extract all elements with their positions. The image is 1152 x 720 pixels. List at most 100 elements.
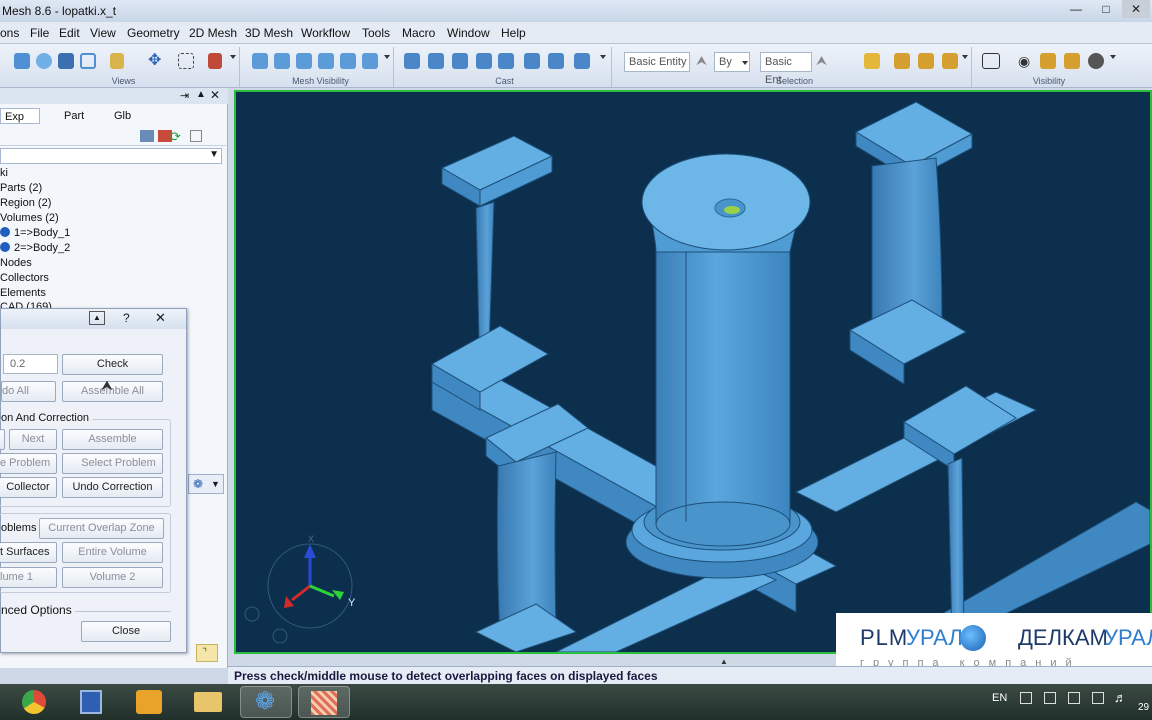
clock[interactable]: 29 [1138, 702, 1149, 713]
menu-macro[interactable]: Macro [402, 26, 435, 40]
mesh-icon-5[interactable] [340, 53, 356, 69]
axis-icon[interactable] [110, 53, 124, 69]
cursor-icon[interactable]: ⮝ [816, 53, 832, 69]
check-button[interactable]: Check [62, 354, 163, 375]
zoom-box-icon[interactable] [178, 53, 194, 69]
menu-options[interactable]: ons [0, 26, 19, 40]
cursor-icon[interactable]: ⮝ [696, 53, 712, 69]
chevron-down-icon[interactable] [1110, 55, 1116, 59]
mesh-icon-6[interactable] [362, 53, 378, 69]
minimize-button[interactable]: — [1062, 0, 1090, 18]
visibility-icon-3[interactable] [1064, 53, 1080, 69]
select-icon-3[interactable] [918, 53, 934, 69]
volume-2-button[interactable]: Volume 2 [62, 567, 163, 588]
language-indicator[interactable]: EN [992, 692, 1007, 704]
select-problem-button[interactable]: Select Problem [62, 453, 163, 474]
taskbar-outlook[interactable] [124, 686, 176, 718]
entity-visibility-icon[interactable] [982, 53, 1000, 69]
tree-body-2[interactable]: 2=>Body_2 [0, 242, 70, 254]
collector-button[interactable]: Collector [0, 477, 57, 498]
taskbar-save[interactable] [66, 686, 118, 718]
tab-global[interactable]: Glb [98, 108, 131, 124]
tree-elements[interactable]: Elements [0, 287, 46, 299]
menu-file[interactable]: File [30, 26, 49, 40]
model-view[interactable]: Y X [236, 92, 1150, 652]
visibility-icon-2[interactable] [1040, 53, 1056, 69]
tab-part[interactable]: Part [48, 108, 84, 124]
prev-button[interactable] [0, 429, 5, 450]
tree-root[interactable]: ki [0, 167, 8, 179]
tree-region[interactable]: Region (2) [0, 197, 51, 209]
close-icon[interactable]: ✕ [155, 310, 166, 326]
tray-icon-1[interactable] [1020, 692, 1032, 704]
select-all-icon[interactable] [864, 53, 880, 69]
chevron-down-icon[interactable] [600, 55, 606, 59]
tolerance-input[interactable]: 0.2 [3, 354, 58, 374]
basic-entity-select[interactable]: Basic Entity [624, 52, 690, 72]
wireframe-icon[interactable] [80, 53, 96, 69]
expand-icon[interactable] [190, 130, 202, 142]
close-window-button[interactable]: ✕ [1122, 0, 1150, 18]
chevron-up-icon[interactable]: ▲ [720, 657, 728, 666]
advanced-options-toggle[interactable]: nced Options [1, 603, 72, 617]
assemble-button[interactable]: Assemble [62, 429, 163, 450]
chevron-up-icon[interactable]: ▲ [196, 89, 206, 100]
chevron-down-icon[interactable] [742, 61, 748, 65]
menu-workflow[interactable]: Workflow [301, 26, 350, 40]
speaker-icon[interactable]: ♬ [1114, 690, 1127, 705]
eye-icon[interactable]: ◉ [1018, 53, 1034, 69]
menu-geometry[interactable]: Geometry [127, 26, 180, 40]
undo-correction-button[interactable]: Undo Correction [62, 477, 163, 498]
entire-volume-button[interactable]: Entire Volume [62, 542, 163, 563]
menu-window[interactable]: Window [447, 26, 490, 40]
mesh-icon-1[interactable] [252, 53, 268, 69]
close-button[interactable]: Close [81, 621, 171, 642]
cast-icon-7[interactable] [548, 53, 564, 69]
cube-icon[interactable] [58, 53, 74, 69]
menu-2d-mesh[interactable]: 2D Mesh [189, 26, 237, 40]
cast-icon-8[interactable] [574, 53, 590, 69]
menu-view[interactable]: View [90, 26, 116, 40]
chevron-down-icon[interactable] [962, 55, 968, 59]
tree-parts[interactable]: Parts (2) [0, 182, 42, 194]
entity-filter-select[interactable]: ▼ [0, 148, 222, 164]
maximize-button[interactable]: □ [1092, 0, 1120, 18]
volume-1-button[interactable]: lume 1 [0, 567, 57, 588]
chevron-down-icon[interactable] [384, 55, 390, 59]
tree-collectors[interactable]: Collectors [0, 272, 49, 284]
refresh-icon[interactable]: ⟳ [170, 129, 181, 145]
menu-edit[interactable]: Edit [59, 26, 80, 40]
cast-icon-1[interactable] [404, 53, 420, 69]
taskbar-chrome[interactable] [8, 686, 60, 718]
collapse-panel-icon[interactable] [234, 370, 235, 380]
panel-footer-button[interactable]: ⌝ [196, 644, 218, 662]
cast-icon-4[interactable] [476, 53, 492, 69]
tray-icon-4[interactable] [1092, 692, 1104, 704]
tab-explorer[interactable]: Exp [0, 108, 40, 124]
sphere-icon[interactable] [36, 53, 52, 69]
cast-icon-2[interactable] [428, 53, 444, 69]
tree-body-1[interactable]: 1=>Body_1 [0, 227, 70, 239]
undo-all-button[interactable]: do All [1, 381, 56, 402]
tree-nodes[interactable]: Nodes [0, 257, 32, 269]
pick-icon[interactable] [208, 53, 222, 69]
problem-button[interactable]: e Problem [0, 453, 57, 474]
taskbar-mesh-app[interactable] [298, 686, 350, 718]
menu-help[interactable]: Help [501, 26, 526, 40]
graphics-viewport[interactable]: Y X [234, 90, 1152, 654]
cast-icon-5[interactable] [498, 53, 514, 69]
cast-icon-6[interactable] [524, 53, 540, 69]
mesh-icon-3[interactable] [296, 53, 312, 69]
cast-icon-3[interactable] [452, 53, 468, 69]
basic-entity-select-2[interactable]: Basic Ent [760, 52, 812, 86]
next-button[interactable]: Next [9, 429, 57, 450]
tray-icon-2[interactable] [1044, 692, 1056, 704]
help-icon[interactable]: ? [123, 311, 130, 325]
filter-icon[interactable] [140, 130, 154, 142]
current-overlap-zone-button[interactable]: Current Overlap Zone [39, 518, 164, 539]
panel-option-select[interactable]: ❁ ▼ [188, 474, 224, 494]
pin-icon[interactable]: ⇥ [180, 89, 189, 102]
chevron-down-icon[interactable] [230, 55, 236, 59]
mesh-icon-2[interactable] [274, 53, 290, 69]
select-icon-2[interactable] [894, 53, 910, 69]
